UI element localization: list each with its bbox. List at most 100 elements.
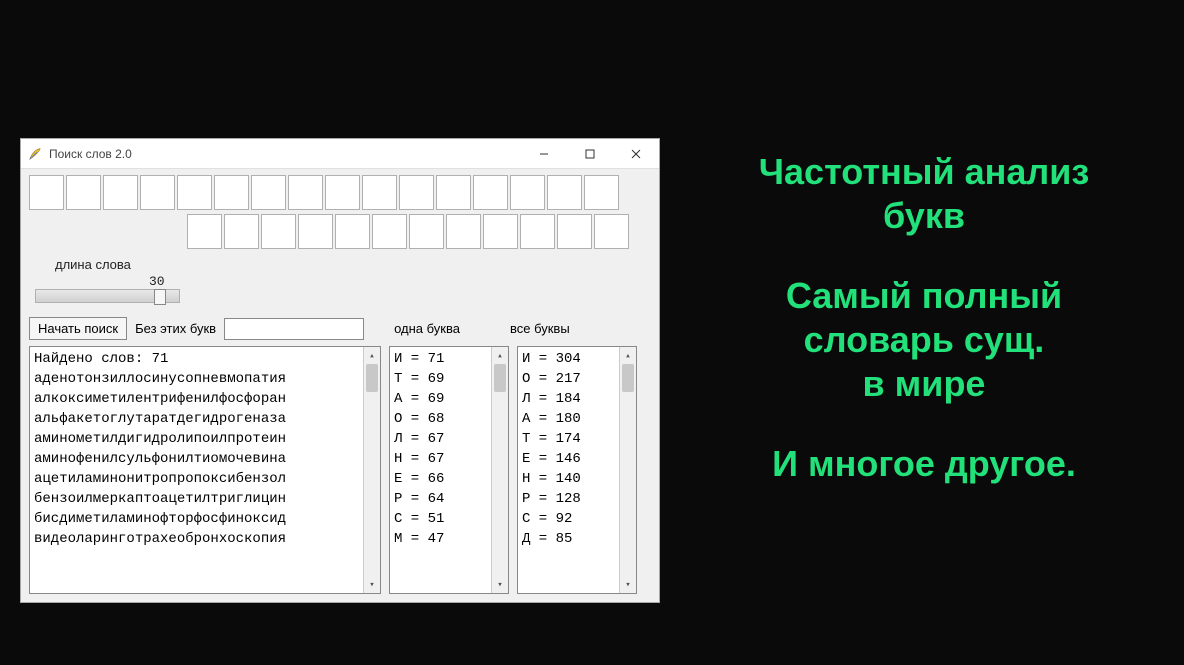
without-letters-label: Без этих букв xyxy=(133,321,218,336)
list-item[interactable]: Найдено слов: 71 xyxy=(34,349,359,369)
scroll-thumb[interactable] xyxy=(494,364,506,392)
freq-row[interactable]: М = 47 xyxy=(394,529,487,549)
letter-cell[interactable] xyxy=(298,214,333,249)
letter-cell[interactable] xyxy=(140,175,175,210)
freq-row[interactable]: Т = 69 xyxy=(394,369,487,389)
window-title: Поиск слов 2.0 xyxy=(49,147,521,161)
promo-text: Частотный анализ букв Самый полный слова… xyxy=(678,150,1170,522)
letter-cell[interactable] xyxy=(288,175,323,210)
promo-line: словарь сущ. xyxy=(678,318,1170,362)
promo-line: И многое другое. xyxy=(678,442,1170,486)
freq-row[interactable]: Е = 146 xyxy=(522,449,615,469)
freq-row[interactable]: Р = 64 xyxy=(394,489,487,509)
scroll-up-icon[interactable]: ▴ xyxy=(620,347,636,364)
letter-cell[interactable] xyxy=(399,175,434,210)
freq-row[interactable]: Н = 67 xyxy=(394,449,487,469)
letter-cell[interactable] xyxy=(29,175,64,210)
list-item[interactable]: аденотонзиллосинусопневмопатия xyxy=(34,369,359,389)
freq-row[interactable]: О = 217 xyxy=(522,369,615,389)
results-row: Найдено слов: 71аденотонзиллосинусопневм… xyxy=(29,346,651,594)
scrollbar[interactable]: ▴ ▾ xyxy=(363,347,380,593)
letter-cell[interactable] xyxy=(557,214,592,249)
freq-row[interactable]: Р = 128 xyxy=(522,489,615,509)
freq-row[interactable]: С = 92 xyxy=(522,509,615,529)
letter-cell[interactable] xyxy=(362,175,397,210)
freq-row[interactable]: Н = 140 xyxy=(522,469,615,489)
start-search-button[interactable]: Начать поиск xyxy=(29,317,127,340)
freq-row[interactable]: А = 180 xyxy=(522,409,615,429)
scroll-thumb[interactable] xyxy=(622,364,634,392)
letter-cell[interactable] xyxy=(177,175,212,210)
scroll-down-icon[interactable]: ▾ xyxy=(364,576,380,593)
freq-row[interactable]: Д = 85 xyxy=(522,529,615,549)
list-item[interactable]: видеоларинготрахеобронхоскопия xyxy=(34,529,359,549)
scroll-down-icon[interactable]: ▾ xyxy=(492,576,508,593)
without-letters-input[interactable] xyxy=(224,318,364,340)
scrollbar[interactable]: ▴ ▾ xyxy=(619,347,636,593)
letter-cell[interactable] xyxy=(261,214,296,249)
letter-cell[interactable] xyxy=(224,214,259,249)
all-letters-freq-list[interactable]: И = 304О = 217Л = 184А = 180Т = 174Е = 1… xyxy=(517,346,637,594)
client-area: длина слова 30 Начать поиск Без этих бук… xyxy=(21,169,659,602)
promo-line: букв xyxy=(678,194,1170,238)
freq-row[interactable]: С = 51 xyxy=(394,509,487,529)
list-item[interactable]: аминометилдигидролипоилпротеин xyxy=(34,429,359,449)
promo-line: в мире xyxy=(678,362,1170,406)
letter-cell[interactable] xyxy=(520,214,555,249)
list-item[interactable]: альфакетоглутаратдегидрогеназа xyxy=(34,409,359,429)
freq-row[interactable]: И = 71 xyxy=(394,349,487,369)
list-item[interactable]: ацетиламинонитропропоксибензол xyxy=(34,469,359,489)
letter-cell[interactable] xyxy=(214,175,249,210)
freq-row[interactable]: Е = 66 xyxy=(394,469,487,489)
app-window: Поиск слов 2.0 xyxy=(20,138,660,603)
freq-row[interactable]: И = 304 xyxy=(522,349,615,369)
letter-row-1 xyxy=(29,175,651,210)
letter-cell[interactable] xyxy=(103,175,138,210)
letter-cell[interactable] xyxy=(594,214,629,249)
letter-cell[interactable] xyxy=(446,214,481,249)
promo-line: Самый полный xyxy=(678,274,1170,318)
scroll-up-icon[interactable]: ▴ xyxy=(364,347,380,364)
letter-cell[interactable] xyxy=(66,175,101,210)
freq-row[interactable]: А = 69 xyxy=(394,389,487,409)
letter-cell[interactable] xyxy=(547,175,582,210)
freq-row[interactable]: О = 68 xyxy=(394,409,487,429)
list-item[interactable]: аминофенилсульфонилтиомочевина xyxy=(34,449,359,469)
letter-row-2 xyxy=(187,214,651,249)
list-item[interactable]: бензоилмеркаптоацетилтриглицин xyxy=(34,489,359,509)
letter-cell[interactable] xyxy=(436,175,471,210)
list-item[interactable]: алкоксиметилентрифенилфосфоран xyxy=(34,389,359,409)
titlebar: Поиск слов 2.0 xyxy=(21,139,659,169)
letter-cell[interactable] xyxy=(325,175,360,210)
slider-thumb[interactable] xyxy=(154,289,166,305)
letter-cell[interactable] xyxy=(409,214,444,249)
letter-cell[interactable] xyxy=(335,214,370,249)
freq-row[interactable]: Л = 67 xyxy=(394,429,487,449)
minimize-button[interactable] xyxy=(521,139,567,168)
list-item[interactable]: бисдиметиламинофторфосфиноксид xyxy=(34,509,359,529)
letter-cell[interactable] xyxy=(584,175,619,210)
window-controls xyxy=(521,139,659,168)
freq-row[interactable]: Л = 184 xyxy=(522,389,615,409)
scroll-up-icon[interactable]: ▴ xyxy=(492,347,508,364)
promo-line: Частотный анализ xyxy=(678,150,1170,194)
all-letters-header: все буквы xyxy=(510,321,570,336)
scroll-thumb[interactable] xyxy=(366,364,378,392)
one-letter-freq-list[interactable]: И = 71Т = 69А = 69О = 68Л = 67Н = 67Е = … xyxy=(389,346,509,594)
close-button[interactable] xyxy=(613,139,659,168)
letter-cell[interactable] xyxy=(251,175,286,210)
maximize-button[interactable] xyxy=(567,139,613,168)
letter-cell[interactable] xyxy=(483,214,518,249)
letter-cell[interactable] xyxy=(372,214,407,249)
found-words-list[interactable]: Найдено слов: 71аденотонзиллосинусопневм… xyxy=(29,346,381,594)
freq-row[interactable]: Т = 174 xyxy=(522,429,615,449)
scrollbar[interactable]: ▴ ▾ xyxy=(491,347,508,593)
letter-cell[interactable] xyxy=(510,175,545,210)
app-feather-icon xyxy=(27,146,43,162)
letter-cell[interactable] xyxy=(187,214,222,249)
controls-row: Начать поиск Без этих букв одна буква вс… xyxy=(29,317,651,340)
length-slider[interactable] xyxy=(35,289,180,303)
length-value: 30 xyxy=(149,274,651,289)
scroll-down-icon[interactable]: ▾ xyxy=(620,576,636,593)
letter-cell[interactable] xyxy=(473,175,508,210)
